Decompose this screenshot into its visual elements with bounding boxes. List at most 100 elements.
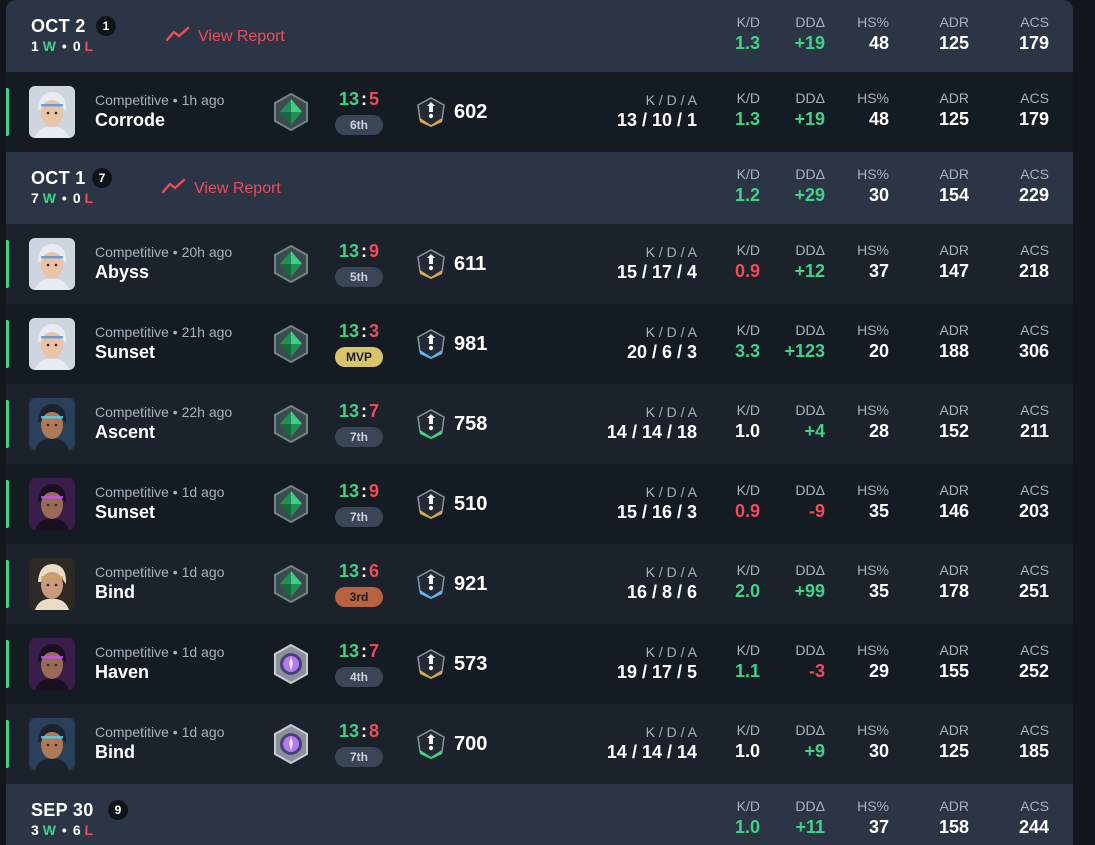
kda-value: 15 / 17 / 4 <box>616 262 697 282</box>
dd-value: +9 <box>804 741 825 761</box>
score-separator: : <box>361 89 367 109</box>
map-name: Abyss <box>95 262 150 282</box>
kd-label: K/D <box>736 562 760 578</box>
kd-stat: K/D 1.3 <box>735 90 760 130</box>
match-row[interactable]: Competitive • 21h ago Sunset 13:3 MVP 981 K /… <box>6 304 1073 384</box>
score-separator: : <box>361 481 367 501</box>
day-dd-stat: DDΔ +11 <box>795 798 825 838</box>
win-indicator-bar <box>6 88 9 136</box>
score-them: 9 <box>369 241 380 261</box>
hs-stat: HS% 30 <box>857 722 889 762</box>
kd-label: K/D <box>736 242 760 258</box>
kd-label: K/D <box>736 482 760 498</box>
match-score: 13:9 <box>332 481 386 502</box>
kda-value: 15 / 16 / 3 <box>616 502 697 522</box>
placement-badge: 3rd <box>335 587 383 607</box>
map-name: Sunset <box>95 502 156 522</box>
kd-value: 1.1 <box>734 661 760 681</box>
dd-label: DDΔ <box>795 722 825 738</box>
kda-value: 14 / 14 / 18 <box>606 422 697 442</box>
day-acs-value: 244 <box>1018 817 1049 837</box>
view-report-button[interactable]: View Report <box>165 26 285 47</box>
losses-count: 0 <box>72 38 81 54</box>
dd-value: +19 <box>794 109 825 129</box>
hs-value: 35 <box>868 501 889 521</box>
emerald-rank-icon <box>272 244 310 284</box>
green-chevron-icon <box>416 728 446 760</box>
kd-value: 0.9 <box>734 261 760 281</box>
day-match-count-badge: 9 <box>108 800 128 820</box>
day-acs-label: ACS <box>1020 166 1049 182</box>
acs-value: 179 <box>1018 109 1049 129</box>
match-row[interactable]: Competitive • 1d ago Bind 13:6 3rd 921 K / D … <box>6 544 1073 624</box>
adr-stat: ADR 188 <box>939 322 969 362</box>
day-acs-stat: ACS 244 <box>1019 798 1049 838</box>
wins-count: 3 <box>31 822 39 838</box>
adr-value: 188 <box>938 341 969 361</box>
match-row[interactable]: Competitive • 1d ago Sunset 13:9 7th 510 K / … <box>6 464 1073 544</box>
losses-count: 0 <box>72 190 81 206</box>
acs-stat: ACS 251 <box>1019 562 1049 602</box>
acs-value: 218 <box>1018 261 1049 281</box>
score-us: 13 <box>338 321 359 341</box>
day-record: 1 W • 0 L <box>31 38 93 54</box>
match-row[interactable]: Competitive • 22h ago Ascent 13:7 7th 758 K /… <box>6 384 1073 464</box>
day-kd-stat: K/D 1.3 <box>735 14 760 54</box>
score-them: 3 <box>369 321 380 341</box>
separator-dot: • <box>61 190 67 206</box>
day-kd-label: K/D <box>736 166 760 182</box>
match-row[interactable]: Competitive • 1d ago Bind 13:8 7th 700 K / D … <box>6 704 1073 784</box>
day-acs-value: 229 <box>1018 185 1049 205</box>
gold-chevron-icon <box>416 248 446 280</box>
kd-value: 0.9 <box>734 501 760 521</box>
match-score: 13:9 <box>332 241 386 262</box>
win-indicator-bar <box>6 720 9 768</box>
dd-stat: DDΔ +19 <box>794 90 825 130</box>
match-score: 13:5 <box>332 89 386 110</box>
day-kd-stat: K/D 1.0 <box>735 798 760 838</box>
kd-stat: K/D 3.3 <box>735 322 760 362</box>
day-header: OCT 2 1 1 W • 0 L View Report K/D 1.3 DDΔ +19 HS% 4… <box>6 0 1073 72</box>
day-dd-value: +11 <box>795 817 825 837</box>
day-kd-value: 1.3 <box>734 33 760 53</box>
acs-label: ACS <box>1020 482 1049 498</box>
hs-value: 29 <box>868 661 889 681</box>
acs-stat: ACS 185 <box>1019 722 1049 762</box>
acs-stat: ACS 252 <box>1019 642 1049 682</box>
day-match-count-badge: 1 <box>96 16 116 36</box>
kd-label: K/D <box>736 90 760 106</box>
dd-label: DDΔ <box>795 322 825 338</box>
acs-stat: ACS 218 <box>1019 242 1049 282</box>
adr-stat: ADR 178 <box>939 562 969 602</box>
dd-value: +123 <box>784 341 825 361</box>
emerald-rank-icon <box>272 404 310 444</box>
dd-value: -9 <box>808 501 825 521</box>
kda-label: K / D / A <box>645 484 697 500</box>
dd-stat: DDΔ -3 <box>795 642 825 682</box>
acs-stat: ACS 179 <box>1019 90 1049 130</box>
acs-label: ACS <box>1020 402 1049 418</box>
day-dd-label: DDΔ <box>795 166 825 182</box>
day-adr-stat: ADR 154 <box>939 166 969 206</box>
match-score: 13:3 <box>332 321 386 342</box>
acs-stat: ACS 211 <box>1020 402 1049 442</box>
kd-label: K/D <box>736 402 760 418</box>
score-us: 13 <box>338 89 359 109</box>
win-indicator-bar <box>6 400 9 448</box>
map-name: Ascent <box>95 422 156 442</box>
queue-and-time: Competitive • 1d ago <box>95 644 225 660</box>
dd-stat: DDΔ +4 <box>795 402 825 442</box>
view-report-button[interactable]: View Report <box>161 178 281 199</box>
score-them: 7 <box>369 401 380 421</box>
match-row[interactable]: Competitive • 20h ago Abyss 13:9 5th 611 K / … <box>6 224 1073 304</box>
score-us: 13 <box>338 561 359 581</box>
match-row[interactable]: Competitive • 1h ago Corrode 13:5 6th 602 K /… <box>6 72 1073 152</box>
kda-label: K / D / A <box>645 404 697 420</box>
score-separator: : <box>361 641 367 661</box>
day-acs-label: ACS <box>1020 14 1049 30</box>
match-row[interactable]: Competitive • 1d ago Haven 13:7 4th 573 K / D… <box>6 624 1073 704</box>
hs-stat: HS% 20 <box>857 322 889 362</box>
day-adr-value: 125 <box>938 33 969 53</box>
map-name: Bind <box>95 742 135 762</box>
acs-label: ACS <box>1020 322 1049 338</box>
